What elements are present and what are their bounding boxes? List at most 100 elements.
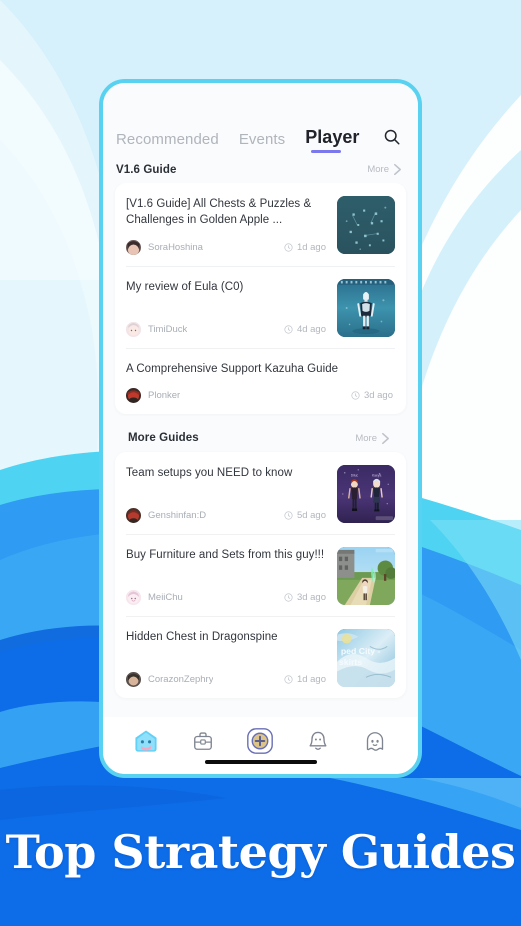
avatar-image bbox=[126, 507, 141, 523]
item-time-wrap: 3d ago bbox=[351, 390, 395, 401]
item-time: 4d ago bbox=[296, 323, 326, 335]
thumbnail-overlay-line1: ped City - bbox=[341, 646, 381, 656]
item-title: My review of Eula (C0) bbox=[126, 280, 244, 293]
item-thumbnail[interactable] bbox=[337, 196, 395, 254]
section-more-button[interactable]: More bbox=[367, 163, 402, 176]
item-title: [V1.6 Guide] All Chests & Puzzles & Chal… bbox=[126, 198, 312, 227]
avatar bbox=[126, 671, 141, 687]
nav-home[interactable] bbox=[129, 726, 163, 756]
section-more-label: More bbox=[367, 164, 389, 175]
item-time: 5d ago bbox=[296, 509, 326, 521]
section-more-button[interactable]: More bbox=[355, 432, 390, 445]
clock-icon bbox=[284, 243, 293, 252]
item-meta: Genshinfan:D 5d ago bbox=[126, 507, 328, 523]
section-header-v16guide: V1.6 Guide More bbox=[103, 154, 418, 183]
tab-events-label: Events bbox=[238, 131, 286, 148]
content-scroll-area[interactable]: [V1.6 Guide] All Chests & Puzzles & Chal… bbox=[103, 183, 418, 717]
chevron-right-icon bbox=[382, 432, 389, 445]
list-item[interactable]: [V1.6 Guide] All Chests & Puzzles & Chal… bbox=[126, 183, 395, 266]
avatar bbox=[126, 507, 141, 523]
item-author: Genshinfan:D bbox=[148, 509, 207, 521]
clock-icon bbox=[284, 511, 293, 520]
item-thumbnail[interactable]: ped City - skirts bbox=[337, 628, 395, 687]
search-icon bbox=[384, 129, 400, 145]
clock-icon bbox=[284, 675, 293, 684]
nav-add-post[interactable] bbox=[243, 726, 277, 756]
tab-player-label: Player bbox=[305, 127, 360, 147]
tab-events[interactable]: Events bbox=[239, 131, 285, 154]
thumbnail-eula-character bbox=[337, 278, 395, 337]
item-author: SoraHoshina bbox=[148, 241, 203, 253]
backpack-icon bbox=[194, 732, 213, 750]
item-time-wrap: 4d ago bbox=[284, 324, 328, 335]
bottom-navigation bbox=[103, 717, 418, 760]
item-author: TimiDuck bbox=[148, 323, 188, 335]
home-indicator bbox=[204, 760, 317, 764]
list-item[interactable]: Hidden Chest in Dragonspine CorazonZephr… bbox=[126, 615, 395, 698]
screenshot-stage: Recommended Events Player V1.6 Guide Mor… bbox=[0, 0, 521, 926]
thumbnail-furniture-outdoor bbox=[337, 546, 395, 605]
item-thumbnail[interactable]: Diluc Kaeya bbox=[337, 464, 395, 523]
thumbnail-dragonspine-snow: ped City - skirts bbox=[337, 628, 395, 687]
add-post-icon bbox=[247, 728, 274, 754]
item-title: Buy Furniture and Sets from this guy!!! bbox=[126, 548, 325, 561]
item-time-wrap: 1d ago bbox=[284, 242, 328, 253]
tab-player[interactable]: Player bbox=[305, 127, 359, 154]
item-time: 1d ago bbox=[296, 241, 326, 253]
guide-card-v16: [V1.6 Guide] All Chests & Puzzles & Chal… bbox=[115, 183, 406, 414]
search-button[interactable] bbox=[382, 127, 402, 147]
item-time: 1d ago bbox=[296, 673, 326, 685]
clock-icon bbox=[284, 325, 293, 334]
thumbnail-underwater-chests bbox=[337, 196, 395, 254]
tab-active-underline bbox=[311, 150, 342, 153]
item-author: CorazonZephry bbox=[148, 673, 214, 685]
item-thumbnail[interactable] bbox=[337, 546, 395, 605]
phone-frame: Recommended Events Player V1.6 Guide Mor… bbox=[99, 79, 422, 778]
nav-backpack[interactable] bbox=[186, 726, 220, 756]
section-title: V1.6 Guide bbox=[116, 163, 177, 176]
item-thumbnail[interactable] bbox=[337, 278, 395, 337]
clock-icon bbox=[284, 593, 293, 602]
avatar-image bbox=[126, 589, 141, 605]
chevron-right-icon bbox=[394, 163, 401, 176]
list-item[interactable]: My review of Eula (C0) TimiDuck 4d ago bbox=[126, 265, 395, 348]
clock-icon bbox=[351, 391, 360, 400]
avatar bbox=[126, 239, 141, 255]
item-title: Hidden Chest in Dragonspine bbox=[126, 630, 278, 643]
avatar bbox=[126, 387, 141, 403]
tab-recommended[interactable]: Recommended bbox=[116, 131, 219, 154]
item-meta: Plonker 3d ago bbox=[126, 387, 395, 403]
item-author: MeiiChu bbox=[148, 591, 183, 603]
item-time: 3d ago bbox=[363, 389, 393, 401]
item-time-wrap: 5d ago bbox=[284, 510, 328, 521]
avatar-image bbox=[126, 387, 141, 403]
item-meta: SoraHoshina 1d ago bbox=[126, 239, 328, 255]
item-author: Plonker bbox=[148, 389, 181, 401]
section-more-label: More bbox=[355, 432, 377, 444]
tab-bar: Recommended Events Player bbox=[103, 83, 418, 154]
section-title: More Guides bbox=[128, 432, 199, 445]
list-item[interactable]: Buy Furniture and Sets from this guy!!! bbox=[126, 533, 395, 616]
avatar bbox=[126, 321, 141, 337]
item-time-wrap: 1d ago bbox=[284, 674, 328, 685]
tab-recommended-label: Recommended bbox=[116, 131, 219, 148]
nav-notifications[interactable] bbox=[301, 726, 335, 756]
item-meta: MeiiChu 3d ago bbox=[126, 589, 328, 605]
list-item[interactable]: Team setups you NEED to know Genshinfan:… bbox=[126, 452, 395, 534]
phone-screen: Recommended Events Player V1.6 Guide Mor… bbox=[103, 83, 418, 774]
item-time-wrap: 3d ago bbox=[284, 592, 328, 603]
item-title: Team setups you NEED to know bbox=[126, 466, 293, 479]
avatar bbox=[126, 589, 141, 605]
avatar-image bbox=[126, 321, 141, 337]
svg-text:Kaeya: Kaeya bbox=[372, 474, 381, 478]
section-header-moreguides: More Guides More bbox=[115, 415, 406, 452]
svg-text:Diluc: Diluc bbox=[351, 474, 359, 478]
item-title: A Comprehensive Support Kazuha Guide bbox=[126, 362, 339, 375]
nav-profile[interactable] bbox=[358, 726, 392, 756]
item-time: 3d ago bbox=[296, 591, 326, 603]
profile-ghost-icon bbox=[367, 732, 384, 751]
home-indicator-area bbox=[103, 760, 418, 774]
list-item[interactable]: A Comprehensive Support Kazuha Guide Plo… bbox=[126, 347, 395, 414]
guide-card-more: Team setups you NEED to know Genshinfan:… bbox=[115, 451, 406, 698]
avatar-image bbox=[126, 671, 141, 687]
